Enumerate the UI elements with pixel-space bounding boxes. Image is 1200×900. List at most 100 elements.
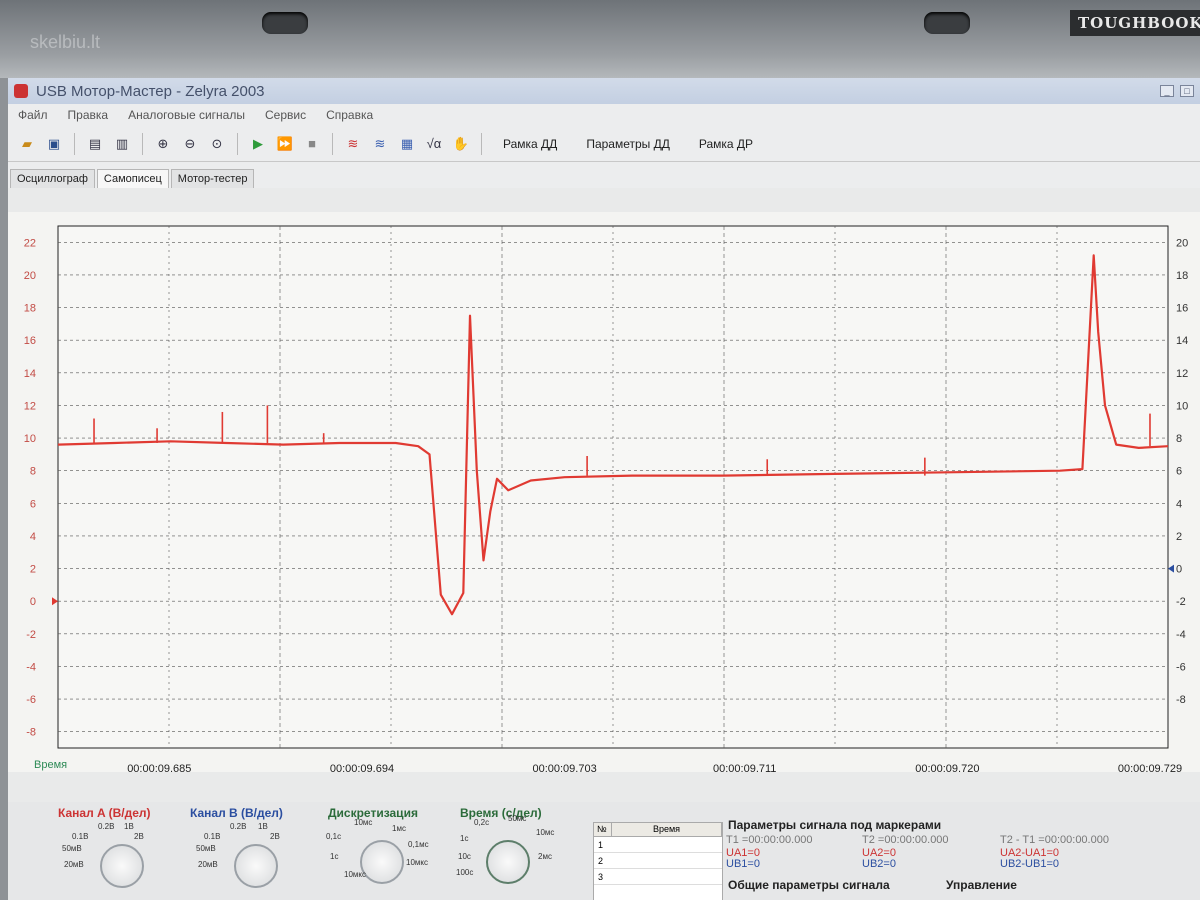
screen: USB Мотор-Мастер - Zelyra 2003 _ □ Файл … xyxy=(8,78,1200,900)
fast-forward-icon[interactable]: ⏩ xyxy=(274,133,296,155)
app-icon xyxy=(14,84,28,98)
x-tick-label: 00:00:09.711 xyxy=(713,763,776,772)
right-tick-label: 0 xyxy=(1176,564,1182,576)
left-tick-label: 20 xyxy=(24,270,36,282)
tab-recorder[interactable]: Самописец xyxy=(96,169,169,188)
cha-val: 50мВ xyxy=(62,844,82,853)
menu-help[interactable]: Справка xyxy=(316,108,383,122)
marker-num-header: № xyxy=(594,823,612,836)
hinge-right xyxy=(924,12,970,34)
left-tick-label: 2 xyxy=(30,564,36,576)
time-val: 10с xyxy=(458,852,471,861)
channel-icon[interactable]: ▦ xyxy=(396,133,418,155)
minimize-button[interactable]: _ xyxy=(1160,85,1174,97)
save-icon[interactable]: ▣ xyxy=(43,133,65,155)
cha-val: 20мВ xyxy=(64,860,84,869)
toolbar: ▰ ▣ ▤ ▥ ⊕ ⊖ ⊙ ▶ ⏩ ■ ≋ ≋ ▦ √α ✋ Рамка ДД … xyxy=(8,126,1200,162)
menu-bar: Файл Правка Аналоговые сигналы Сервис Сп… xyxy=(8,104,1200,126)
menu-edit[interactable]: Правка xyxy=(58,108,119,122)
left-tick-label: 18 xyxy=(24,303,36,315)
discr-val: 10мкс xyxy=(406,858,428,867)
signal-red-icon[interactable]: ≋ xyxy=(342,133,364,155)
left-tick-label: 12 xyxy=(24,400,36,412)
channel-a-title: Канал A (В/дел) xyxy=(58,806,151,820)
discretization-knob[interactable] xyxy=(360,840,404,884)
maximize-button[interactable]: □ xyxy=(1180,85,1194,97)
open-folder-icon[interactable]: ▰ xyxy=(16,133,38,155)
menu-file[interactable]: Файл xyxy=(8,108,58,122)
menu-analog[interactable]: Аналоговые сигналы xyxy=(118,108,255,122)
chb-val: 1В xyxy=(258,822,268,831)
general-params-title: Общие параметры сигнала xyxy=(728,878,890,892)
t2-t1-value: T2 - T1 =00:00:00.000 xyxy=(1000,834,1109,846)
time-val: 10мс xyxy=(536,828,555,837)
params-dd-button[interactable]: Параметры ДД xyxy=(574,137,682,151)
channel-a-knob[interactable] xyxy=(100,844,144,888)
right-tick-label: -2 xyxy=(1176,596,1186,608)
x-tick-label: 00:00:09.703 xyxy=(532,763,596,772)
channel-b-knob[interactable] xyxy=(234,844,278,888)
print-icon[interactable]: ▥ xyxy=(111,133,133,155)
table-row[interactable]: 2 xyxy=(594,853,722,869)
cha-val: 2В xyxy=(134,832,144,841)
right-tick-label: -8 xyxy=(1176,694,1186,706)
left-tick-label: -2 xyxy=(26,629,36,641)
time-div-title: Время (с/дел) xyxy=(460,806,542,820)
cha-val: 1В xyxy=(124,822,134,831)
chb-val: 0.2В xyxy=(230,822,247,831)
right-tick-label: -4 xyxy=(1176,629,1186,641)
plot-area[interactable]: -8 -6 -4 -2 0 2 4 6 8 10 12 14 16 18 20 22 -8 -6 -4 -2 0 2 4 6 8… xyxy=(8,212,1200,775)
stop-icon[interactable]: ■ xyxy=(301,133,323,155)
chb-val: 50мВ xyxy=(196,844,216,853)
tab-motor-tester[interactable]: Мотор-тестер xyxy=(170,169,255,188)
left-tick-label: -4 xyxy=(26,661,36,673)
left-tick-label: 6 xyxy=(30,498,36,510)
left-tick-label: 8 xyxy=(30,466,36,478)
x-tick-label: 00:00:09.685 xyxy=(127,763,191,772)
tab-oscilloscope[interactable]: Осциллограф xyxy=(10,169,95,188)
right-tick-label: 6 xyxy=(1176,466,1182,478)
right-tick-label: 18 xyxy=(1176,270,1188,282)
zoom-out-icon[interactable]: ⊖ xyxy=(179,133,201,155)
discr-val: 10мс xyxy=(354,818,373,827)
math-icon[interactable]: √α xyxy=(423,133,445,155)
time-div-knob[interactable] xyxy=(486,840,530,884)
laptop-bezel: TOUGHBOOK skelbiu.lt xyxy=(0,0,1200,78)
menu-service[interactable]: Сервис xyxy=(255,108,316,122)
tab-bar: Осциллограф Самописец Мотор-тестер xyxy=(8,162,1200,188)
right-tick-label: 8 xyxy=(1176,433,1182,445)
x-tick-label: 00:00:09.729 xyxy=(1118,763,1182,772)
title-bar: USB Мотор-Мастер - Zelyra 2003 _ □ xyxy=(8,78,1200,104)
ramka-dr-button[interactable]: Рамка ДР xyxy=(687,137,765,151)
control-title: Управление xyxy=(946,878,1017,892)
oscillogram-chart[interactable]: -8 -6 -4 -2 0 2 4 6 8 10 12 14 16 18 20 22 -8 -6 -4 -2 0 2 4 6 8… xyxy=(8,212,1200,775)
table-row[interactable]: 3 xyxy=(594,869,722,885)
signal-blue-icon[interactable]: ≋ xyxy=(369,133,391,155)
left-tick-label: 10 xyxy=(24,433,36,445)
channel-b-zero-marker xyxy=(1168,564,1174,573)
right-tick-label: -6 xyxy=(1176,661,1186,673)
discr-val: 1мс xyxy=(392,824,406,833)
left-tick-label: 22 xyxy=(24,237,36,249)
marker-table: № Время 1 2 3 xyxy=(593,822,723,900)
zoom-fit-icon[interactable]: ⊙ xyxy=(206,133,228,155)
time-val: 2мс xyxy=(538,852,552,861)
discr-val: 1с xyxy=(330,852,339,861)
discretization-title: Дискретизация xyxy=(328,806,418,820)
table-row[interactable]: 1 xyxy=(594,837,722,853)
time-val: 50мс xyxy=(508,814,527,823)
watermark: skelbiu.lt xyxy=(30,32,101,52)
chb-val: 0.1В xyxy=(204,832,221,841)
window-title: USB Мотор-Мастер - Zelyra 2003 xyxy=(36,82,265,100)
discr-val: 10мкс xyxy=(344,870,366,879)
play-icon[interactable]: ▶ xyxy=(247,133,269,155)
left-tick-label: 4 xyxy=(30,531,36,543)
print-preview-icon[interactable]: ▤ xyxy=(84,133,106,155)
channel-a-zero-marker xyxy=(52,597,58,606)
marker-params-title: Параметры сигнала под маркерами xyxy=(728,818,942,832)
discr-val: 0,1с xyxy=(326,832,342,841)
zoom-in-icon[interactable]: ⊕ xyxy=(152,133,174,155)
ramka-dd-button[interactable]: Рамка ДД xyxy=(491,137,569,151)
ub1-value: UB1=0 xyxy=(726,858,760,870)
hand-icon[interactable]: ✋ xyxy=(450,133,472,155)
